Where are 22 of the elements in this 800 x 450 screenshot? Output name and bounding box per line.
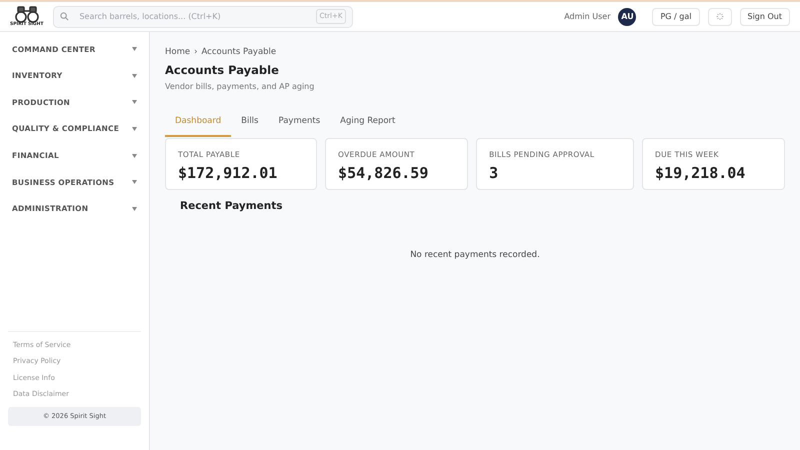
empty-message: No recent payments recorded. xyxy=(409,248,541,262)
theme-button[interactable] xyxy=(708,8,732,26)
breadcrumb-link[interactable]: Home xyxy=(165,46,190,59)
search-icon xyxy=(60,12,70,21)
unit-toggle-button[interactable]: PG / gal xyxy=(652,8,700,26)
stat-value: $54,826.59 xyxy=(338,163,430,184)
binoculars-icon xyxy=(14,6,40,23)
tab[interactable]: Bills xyxy=(231,108,268,137)
user-avatar[interactable]: AU xyxy=(618,8,636,26)
tab[interactable]: Aging Report xyxy=(330,108,406,137)
user-name: Admin User xyxy=(564,10,610,22)
sign-out-button[interactable]: Sign Out xyxy=(740,8,790,26)
stat-value: $172,912.01 xyxy=(178,163,278,184)
breadcrumb-current: Accounts Payable xyxy=(202,46,276,59)
stat-value: $19,218.04 xyxy=(655,163,746,184)
section-title: Recent Payments xyxy=(180,198,284,214)
page-subtitle: Vendor bills, payments, and AP aging xyxy=(165,81,316,93)
stat-value: 3 xyxy=(489,163,500,184)
search-input[interactable]: Search barrels, locations... (Ctrl+K) xyxy=(77,10,308,24)
tab[interactable]: Payments xyxy=(268,108,330,137)
page-title: Accounts Payable xyxy=(165,62,280,79)
breadcrumb-separator: › xyxy=(194,46,198,59)
